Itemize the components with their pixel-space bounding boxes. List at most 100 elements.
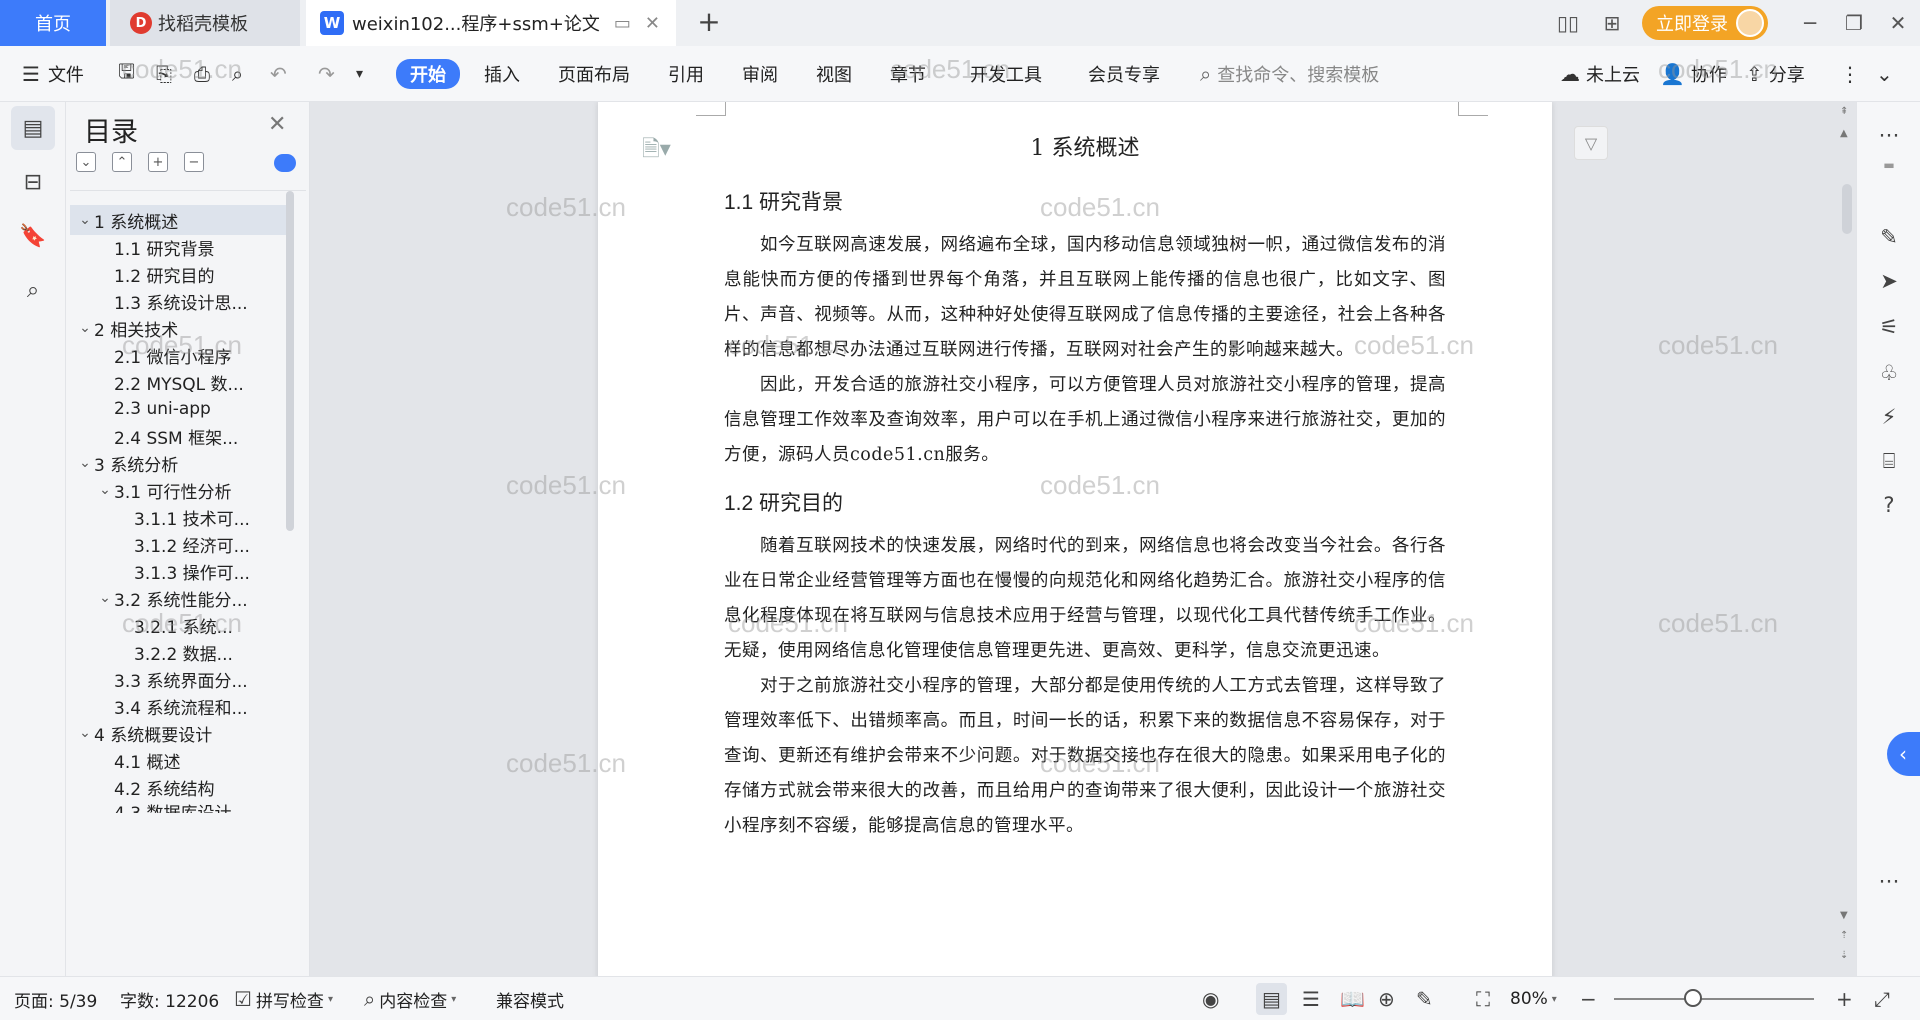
outline-view-button[interactable]: ☰ <box>1302 977 1320 1020</box>
toc-item[interactable]: 3.1.1 技术可... <box>70 502 290 532</box>
fit-page-button[interactable]: ⛶ <box>1476 977 1490 1020</box>
print-button[interactable]: ⎙ <box>194 46 210 102</box>
toc-item[interactable]: ⌄ 1 系统概述 <box>70 205 290 235</box>
next-page-icon[interactable]: ⇣ <box>1840 950 1848 961</box>
chevron-down-icon[interactable]: ⌄ <box>96 590 114 606</box>
tab-home[interactable]: 首页 <box>0 0 106 46</box>
cloud-status-button[interactable]: ☁ 未上云 <box>1560 46 1640 102</box>
toc-item[interactable]: 2.4 SSM 框架... <box>70 421 290 451</box>
add-heading-icon[interactable]: + <box>148 152 168 172</box>
collaborate-button[interactable]: 👤 协作 <box>1660 46 1727 102</box>
find-button[interactable]: ⌕ <box>11 268 55 312</box>
apps-grid-icon[interactable]: ⊞ <box>1590 11 1634 35</box>
scrollbar-thumb[interactable] <box>1842 184 1852 234</box>
reading-layout-icon[interactable]: ▯▯ <box>1546 11 1590 35</box>
minimize-icon[interactable]: ─ <box>1788 11 1832 35</box>
quick-access-dropdown[interactable]: ▾ <box>356 46 363 102</box>
tab-member[interactable]: 会员专享 <box>1088 46 1160 102</box>
toc-item[interactable]: 1.3 系统设计思... <box>70 286 290 316</box>
command-search[interactable]: ⌕ 查找命令、搜索模板 <box>1200 46 1379 102</box>
ai-assistant-icon[interactable] <box>274 154 296 172</box>
toc-item[interactable]: 2.1 微信小程序 <box>70 340 290 370</box>
tab-page-layout[interactable]: 页面布局 <box>558 46 630 102</box>
tab-developer[interactable]: 开发工具 <box>970 46 1042 102</box>
page-count[interactable]: 页面: 5/39 <box>14 977 97 1020</box>
eye-protection-button[interactable]: ◉ <box>1202 977 1219 1020</box>
chevron-down-icon[interactable]: ⌄ <box>76 320 94 336</box>
toc-item[interactable]: 4.2 系统结构 <box>70 772 290 802</box>
tab-view[interactable]: 视图 <box>816 46 852 102</box>
toc-item[interactable]: 4.1 概述 <box>70 745 290 775</box>
document-body[interactable]: 1 系统概述 1.1 研究背景 如今互联网高速发展，网络遍布全球，国内移动信息领… <box>724 122 1446 844</box>
collapse-all-icon[interactable]: ⌃ <box>112 152 132 172</box>
collapse-ribbon-button[interactable]: ⌄ <box>1876 46 1893 102</box>
content-check-button[interactable]: ⌕ 内容检查 ▾ <box>364 977 456 1020</box>
close-icon[interactable]: ✕ <box>268 112 286 137</box>
toc-item[interactable]: 3.1.2 经济可... <box>70 529 290 559</box>
tab-review[interactable]: 审阅 <box>742 46 778 102</box>
book-search-icon[interactable]: ⌸ <box>1874 446 1904 476</box>
file-menu-button[interactable]: ☰ 文件 <box>22 46 84 102</box>
zoom-out-button[interactable]: − <box>1580 977 1597 1020</box>
nav-pane-button[interactable]: ⊟ <box>11 160 55 204</box>
expand-panel-button[interactable]: ‹ <box>1887 732 1920 776</box>
new-tab-button[interactable]: + <box>692 6 726 40</box>
toc-item[interactable]: 1.1 研究背景 <box>70 232 290 262</box>
toc-scrollbar[interactable] <box>286 191 294 531</box>
page-view-button[interactable]: ▤ <box>1256 983 1287 1015</box>
tab-document[interactable]: W weixin102...程序+ssm+论文 ▭ ✕ <box>306 0 676 46</box>
save-button[interactable]: 🖫 <box>118 46 135 102</box>
sliders-icon[interactable]: ⚟ <box>1874 312 1904 342</box>
print-preview-button[interactable]: ⌕ <box>232 46 243 102</box>
prev-page-icon[interactable]: ⇡ <box>1840 930 1848 941</box>
more-options-button[interactable]: ⋮ <box>1840 46 1860 102</box>
monitor-icon[interactable]: ▭ <box>614 13 631 34</box>
chevron-down-icon[interactable]: ⌄ <box>76 455 94 471</box>
toc-item[interactable]: ⌄ 3 系统分析 <box>70 448 290 478</box>
zoom-slider[interactable] <box>1614 998 1814 1000</box>
login-button[interactable]: 立即登录 <box>1642 6 1768 40</box>
filter-icon[interactable]: ▽ <box>1574 126 1608 160</box>
pen-icon[interactable]: ✎ <box>1874 222 1904 252</box>
cursor-icon[interactable]: ➤ <box>1874 266 1904 296</box>
toc-item[interactable]: 3.2.2 数据... <box>70 637 290 667</box>
tab-start[interactable]: 开始 <box>396 59 460 89</box>
save-as-button[interactable]: ⎘ <box>156 46 172 102</box>
chevron-down-icon[interactable]: ⌄ <box>76 725 94 741</box>
toc-item[interactable]: ⌄ 3.1 可行性分析 <box>70 475 290 505</box>
toc-item[interactable]: ⌄ 4 系统概要设计 <box>70 718 290 748</box>
toc-item[interactable]: 3.2.1 系统... <box>70 610 290 640</box>
share-button[interactable]: ⇪ 分享 <box>1746 46 1805 102</box>
remove-heading-icon[interactable]: − <box>184 152 204 172</box>
write-view-button[interactable]: ✎ <box>1416 977 1433 1020</box>
toc-item[interactable]: ⌄ 3.2 系统性能分... <box>70 583 290 613</box>
toc-item[interactable]: 2.2 MYSQL 数... <box>70 367 290 397</box>
word-count[interactable]: 字数: 12206 <box>120 977 219 1020</box>
zoom-in-button[interactable]: + <box>1836 977 1853 1020</box>
tab-template[interactable]: D 找稻壳模板 <box>110 0 300 46</box>
toc-item[interactable]: 3.3 系统界面分... <box>70 664 290 694</box>
vertical-scrollbar[interactable]: ⇞ ▲ ▼ ⇡ ⇣ <box>1836 102 1856 976</box>
eye-dropper-icon[interactable]: ⋯ <box>1874 120 1904 150</box>
close-tab-icon[interactable]: ✕ <box>645 13 660 34</box>
toc-panel-button[interactable]: ▤ <box>11 106 55 150</box>
restore-icon[interactable]: ❐ <box>1832 11 1876 35</box>
zoom-level[interactable]: 80% ▾ <box>1510 977 1557 1020</box>
close-window-icon[interactable]: ✕ <box>1876 11 1920 35</box>
zoom-slider-handle[interactable] <box>1684 989 1702 1007</box>
redo-button[interactable]: ↷ <box>318 46 335 102</box>
toc-item[interactable]: 1.2 研究目的 <box>70 259 290 289</box>
toc-item[interactable]: 3.1.3 操作可... <box>70 556 290 586</box>
page-up-icon[interactable]: ⇞ <box>1840 106 1848 117</box>
fullscreen-button[interactable]: ⤢ <box>1874 977 1890 1020</box>
tab-insert[interactable]: 插入 <box>484 46 520 102</box>
read-view-button[interactable]: 📖 <box>1340 977 1365 1020</box>
spell-check-button[interactable]: ☑ 拼写检查 ▾ <box>234 977 333 1020</box>
web-view-button[interactable]: ⊕ <box>1378 977 1395 1020</box>
tab-references[interactable]: 引用 <box>668 46 704 102</box>
chevron-down-icon[interactable]: ⌄ <box>76 212 94 228</box>
theme-icon[interactable]: ♧ <box>1874 358 1904 388</box>
chevron-down-icon[interactable]: ⌄ <box>96 482 114 498</box>
toc-item[interactable]: ⌄ 2 相关技术 <box>70 313 290 343</box>
scroll-up-icon[interactable]: ▲ <box>1840 128 1848 139</box>
